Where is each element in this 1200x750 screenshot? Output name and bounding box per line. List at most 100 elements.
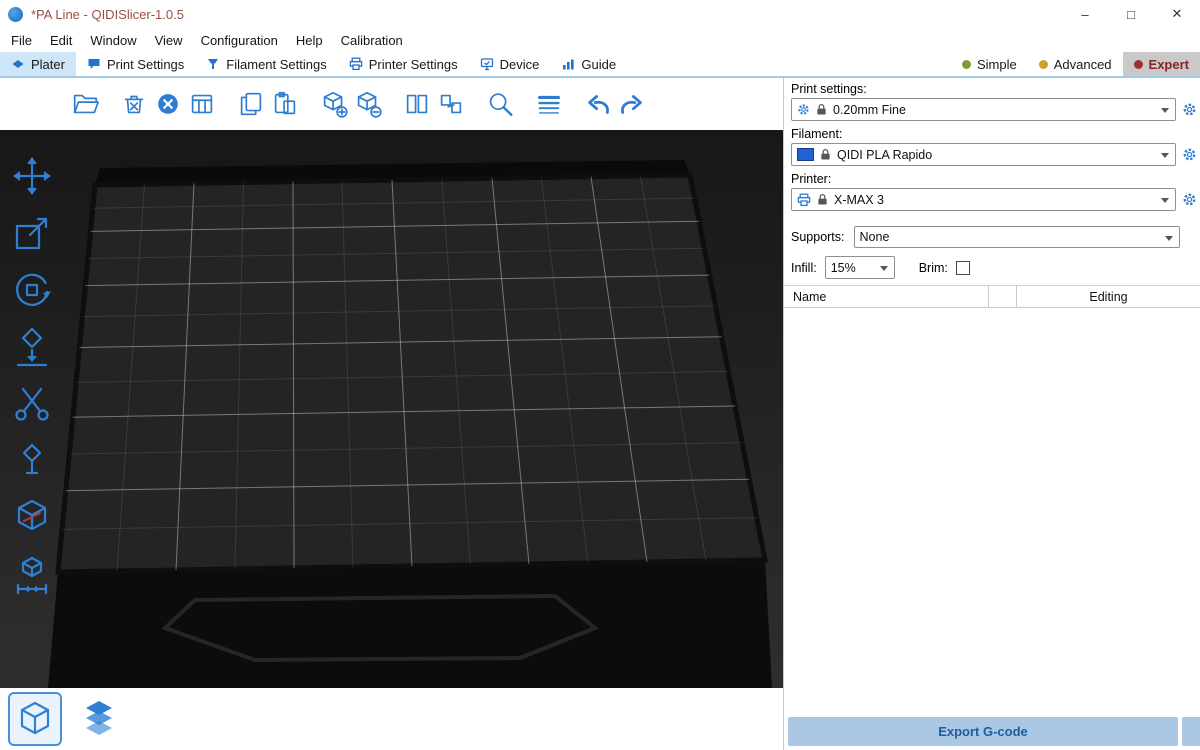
infill-row: Infill: 15% Brim: (791, 256, 970, 279)
preview-view-button[interactable] (72, 692, 126, 746)
menu-calibration[interactable]: Calibration (332, 30, 412, 51)
printer-preset-combo[interactable]: X-MAX 3 (791, 188, 1176, 211)
printer-base (48, 560, 772, 688)
tab-label: Plater (31, 57, 65, 72)
tab-filament-settings[interactable]: Filament Settings (195, 52, 337, 76)
expert-mode-dot-icon (1134, 60, 1143, 69)
maximize-button[interactable]: □ (1108, 0, 1154, 28)
add-instance-icon (319, 89, 349, 119)
filament-preset-row: QIDI PLA Rapido (791, 143, 1198, 166)
menubar: File Edit Window View Configuration Help… (0, 28, 1200, 52)
mode-advanced[interactable]: Advanced (1028, 52, 1123, 76)
main-toolbar (68, 82, 649, 126)
move-button[interactable] (8, 152, 56, 200)
chevron-down-icon (1161, 108, 1169, 117)
split-objects-icon (402, 89, 432, 119)
search-icon (485, 89, 515, 119)
undo-button[interactable] (581, 87, 615, 121)
guide-icon (561, 57, 575, 71)
print-bed[interactable] (0, 130, 783, 688)
editor-cube-icon (13, 697, 57, 741)
menu-help[interactable]: Help (287, 30, 332, 51)
column-header-name: Name (784, 286, 989, 307)
remove-instance-button[interactable] (351, 87, 385, 121)
copy-button[interactable] (234, 87, 268, 121)
search-button[interactable] (483, 87, 517, 121)
remove-instance-icon (353, 89, 383, 119)
tab-print-settings[interactable]: Print Settings (76, 52, 195, 76)
menu-view[interactable]: View (146, 30, 192, 51)
filament-label: Filament: (791, 127, 842, 141)
lock-icon (816, 103, 827, 116)
printer-preset-value: X-MAX 3 (834, 193, 884, 207)
variable-layer-height-button[interactable] (532, 87, 566, 121)
rotate-button[interactable] (8, 266, 56, 314)
3d-viewport[interactable] (0, 130, 783, 688)
menu-configuration[interactable]: Configuration (192, 30, 287, 51)
seam-button[interactable] (8, 437, 56, 485)
infill-value: 15% (831, 261, 856, 275)
minimize-button[interactable]: – (1062, 0, 1108, 28)
open-button[interactable] (68, 87, 102, 121)
supports-label: Supports: (791, 230, 845, 244)
print-preset-row: 0.20mm Fine (791, 98, 1198, 121)
object-list-body[interactable] (784, 308, 1200, 680)
split-objects-button[interactable] (400, 87, 434, 121)
rotate-icon (10, 268, 54, 312)
settings-sidebar: Print settings: 0.20mm Fine Filament: QI… (783, 78, 1200, 750)
close-button[interactable]: ✕ (1154, 0, 1200, 28)
export-gcode-button[interactable]: Export G-code (788, 717, 1178, 746)
seam-icon (10, 439, 54, 483)
scale-button[interactable] (8, 209, 56, 257)
mode-label: Advanced (1054, 57, 1112, 72)
tab-guide[interactable]: Guide (550, 52, 627, 76)
tab-label: Guide (581, 57, 616, 72)
mode-switcher: Simple Advanced Expert (951, 52, 1200, 76)
paste-button[interactable] (268, 87, 302, 121)
measure-button[interactable] (8, 494, 56, 542)
split-parts-button[interactable] (434, 87, 468, 121)
menu-edit[interactable]: Edit (41, 30, 81, 51)
tab-label: Filament Settings (226, 57, 326, 72)
mode-simple[interactable]: Simple (951, 52, 1028, 76)
distance-button[interactable] (8, 551, 56, 599)
delete-all-button[interactable] (151, 87, 185, 121)
supports-value: None (860, 230, 890, 244)
infill-label: Infill: (791, 261, 817, 275)
infill-combo[interactable]: 15% (825, 256, 895, 279)
tab-plater[interactable]: Plater (0, 52, 76, 76)
undo-arrow-icon (583, 89, 613, 119)
redo-arrow-icon (617, 89, 647, 119)
delete-button[interactable] (117, 87, 151, 121)
arrange-button[interactable] (185, 87, 219, 121)
menu-file[interactable]: File (2, 30, 41, 51)
filament-preset-combo[interactable]: QIDI PLA Rapido (791, 143, 1176, 166)
tab-printer-settings[interactable]: Printer Settings (338, 52, 469, 76)
redo-button[interactable] (615, 87, 649, 121)
open-folder-icon (70, 89, 100, 119)
menu-window[interactable]: Window (81, 30, 145, 51)
scale-icon (10, 211, 54, 255)
column-header-editing: Editing (1017, 286, 1200, 307)
add-instance-button[interactable] (317, 87, 351, 121)
cut-button[interactable] (8, 380, 56, 428)
brim-checkbox[interactable] (956, 261, 970, 275)
workspace (0, 78, 783, 750)
gizmo-toolbar (8, 152, 56, 599)
supports-combo[interactable]: None (854, 226, 1180, 248)
print-settings-gear-button[interactable] (1180, 101, 1198, 119)
printer-settings-gear-button[interactable] (1180, 191, 1198, 209)
print-preset-combo[interactable]: 0.20mm Fine (791, 98, 1176, 121)
mode-expert[interactable]: Expert (1123, 52, 1200, 76)
move-icon (10, 154, 54, 198)
column-header-extruder (989, 286, 1017, 307)
export-options-button[interactable] (1182, 717, 1200, 746)
window-title: *PA Line - QIDISlicer-1.0.5 (31, 7, 184, 22)
place-on-face-button[interactable] (8, 323, 56, 371)
filament-settings-gear-button[interactable] (1180, 146, 1198, 164)
tab-label: Print Settings (107, 57, 184, 72)
object-list[interactable]: Name Editing (784, 285, 1200, 680)
3d-editor-view-button[interactable] (8, 692, 62, 746)
filament-preset-value: QIDI PLA Rapido (837, 148, 932, 162)
tab-device[interactable]: Device (469, 52, 551, 76)
